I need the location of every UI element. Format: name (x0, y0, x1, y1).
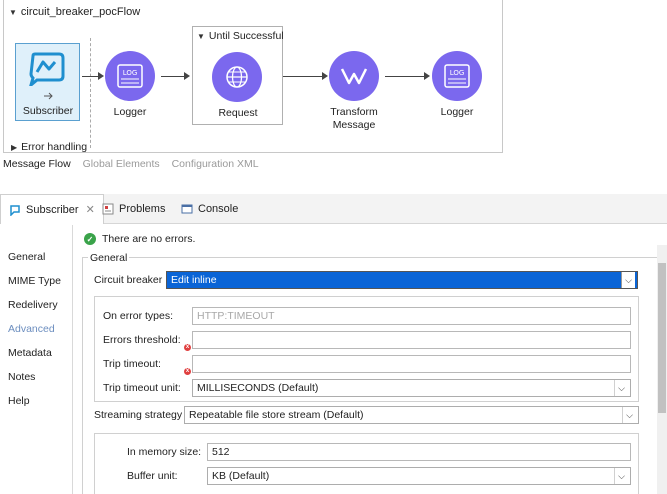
status-row: ✓ There are no errors. (84, 233, 195, 245)
sidebar-item-general[interactable]: General (8, 251, 45, 263)
in-memory-size-label: In memory size: (127, 446, 202, 458)
arrow-head-icon (424, 72, 430, 80)
chevron-down-icon[interactable]: ⌵ (622, 407, 636, 423)
trip-timeout-unit-select[interactable]: MILLISECONDS (Default) ⌵ (192, 379, 631, 397)
until-successful-scope[interactable]: ▼ Until Successful Request (192, 26, 284, 125)
tab-message-flow[interactable]: Message Flow (3, 158, 71, 170)
tab-console[interactable]: Console (173, 194, 246, 224)
arrow-right-small-icon (44, 92, 53, 100)
subscriber-small-icon (10, 204, 20, 216)
properties-content: ✓ There are no errors. General Circuit b… (74, 225, 667, 494)
tab-global-elements[interactable]: Global Elements (83, 158, 160, 170)
buffer-unit-label: Buffer unit: (127, 470, 178, 482)
collapse-triangle-icon[interactable]: ▼ (197, 32, 205, 41)
streaming-strategy-label: Streaming strategy (94, 409, 183, 421)
chevron-down-icon[interactable]: ⌵ (614, 468, 628, 484)
sidebar-item-mime-type[interactable]: MIME Type (8, 275, 61, 287)
chevron-down-icon[interactable]: ⌵ (614, 380, 628, 396)
tab-configuration-xml[interactable]: Configuration XML (172, 158, 259, 170)
arrow-head-icon (322, 72, 328, 80)
on-error-types-input[interactable]: HTTP:TIMEOUT (192, 307, 631, 325)
expand-triangle-icon[interactable]: ▶ (11, 143, 17, 152)
trip-timeout-unit-label: Trip timeout unit: (103, 382, 181, 394)
properties-sidebar: General MIME Type Redelivery Advanced Me… (0, 225, 73, 494)
flow-arrow (385, 76, 425, 77)
flow-arrow (82, 76, 99, 77)
check-icon: ✓ (84, 233, 96, 245)
circuit-breaker-select[interactable]: Edit inline ⌵ (166, 271, 638, 289)
transform-message-node[interactable] (329, 51, 379, 101)
circuit-breaker-label: Circuit breaker (94, 274, 163, 286)
sidebar-item-help[interactable]: Help (8, 395, 30, 407)
scroll-thumb[interactable] (658, 263, 666, 413)
sidebar-item-metadata[interactable]: Metadata (8, 347, 52, 359)
tab-subscriber[interactable]: Subscriber ✕ (0, 194, 104, 224)
buffer-unit-select[interactable]: KB (Default) ⌵ (207, 467, 631, 485)
svg-text:LOG: LOG (123, 69, 138, 77)
node-label-subscriber: Subscriber (22, 105, 74, 117)
node-label-request: Request (218, 107, 258, 119)
in-memory-size-input[interactable]: 512 (207, 443, 631, 461)
tab-problems[interactable]: Problems (94, 194, 173, 224)
status-message: There are no errors. (102, 233, 196, 245)
chevron-down-icon[interactable]: ⌵ (621, 272, 635, 288)
console-icon (181, 204, 193, 214)
subscriber-icon (29, 52, 65, 86)
svg-text:LOG: LOG (450, 69, 465, 77)
error-badge-icon: x (184, 368, 191, 375)
sidebar-item-notes[interactable]: Notes (8, 371, 35, 383)
flow-header[interactable]: ▼ circuit_breaker_pocFlow (9, 6, 140, 18)
flow-arrow (161, 76, 185, 77)
scope-title[interactable]: ▼ Until Successful (197, 30, 284, 42)
panel-tabs: Subscriber ✕ Problems Console (0, 194, 667, 224)
subscriber-node[interactable]: Subscriber (15, 43, 80, 121)
globe-icon (226, 66, 248, 88)
flow-arrow (283, 76, 323, 77)
errors-threshold-input[interactable] (192, 331, 631, 349)
logger-node[interactable]: LOG (432, 51, 482, 101)
on-error-types-label: On error types: (103, 310, 174, 322)
log-icon: LOG (117, 64, 143, 88)
trip-timeout-input[interactable] (192, 355, 631, 373)
node-label-transform-message: Transform Message (330, 106, 378, 131)
log-icon: LOG (444, 64, 470, 88)
node-label-logger: Logger (440, 106, 474, 118)
source-divider (90, 38, 91, 148)
flow-name: circuit_breaker_pocFlow (20, 6, 141, 18)
collapse-triangle-icon[interactable]: ▼ (9, 8, 17, 17)
error-handling-section[interactable]: ▶ Error handling (11, 141, 87, 153)
arrow-head-icon (98, 72, 104, 80)
problems-icon (102, 203, 114, 215)
flow-canvas[interactable]: ▼ circuit_breaker_pocFlow Subscriber LOG … (3, 0, 503, 153)
sidebar-item-advanced[interactable]: Advanced (8, 323, 55, 335)
general-group-title: General (88, 252, 130, 264)
request-node[interactable] (212, 52, 262, 102)
errors-threshold-label: Errors threshold: (103, 334, 181, 346)
streaming-strategy-select[interactable]: Repeatable file store stream (Default) ⌵ (184, 406, 639, 424)
arrow-head-icon (184, 72, 190, 80)
editor-tabs: Message Flow Global Elements Configurati… (3, 158, 268, 170)
sidebar-item-redelivery[interactable]: Redelivery (8, 299, 58, 311)
error-badge-icon: x (184, 344, 191, 351)
vertical-scrollbar[interactable] (657, 245, 667, 494)
transform-icon (340, 68, 368, 85)
logger-node[interactable]: LOG (105, 51, 155, 101)
trip-timeout-label: Trip timeout: (103, 358, 161, 370)
node-label-logger: Logger (113, 106, 147, 118)
